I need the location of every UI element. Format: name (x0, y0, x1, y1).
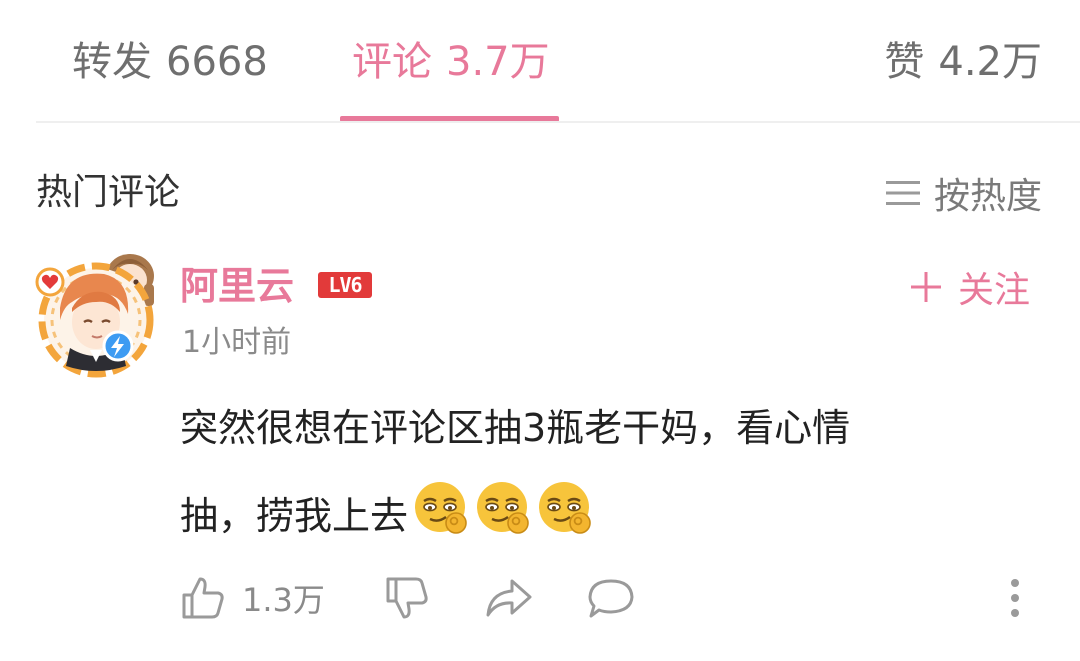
like-count: 1.3万 (242, 581, 325, 619)
sort-button[interactable]: 按热度 (885, 170, 1042, 217)
thumbs-down-icon (386, 577, 428, 619)
tab-reposts-label: 转发 (72, 39, 152, 85)
tab-bar: 转发 6668 评论 3.7万 赞 4.2万 (0, 0, 1080, 123)
like-button[interactable]: 1.3万 (180, 570, 325, 626)
smirk-ok-emoji-icon (477, 482, 529, 534)
more-options-button[interactable] (1000, 570, 1030, 626)
tab-likes-label: 赞 (884, 39, 925, 85)
comment-text-line-2-text: 抽，捞我上去 (180, 494, 409, 538)
follow-button[interactable]: 关注 (910, 264, 1030, 311)
tab-comments-label: 评论 (352, 39, 432, 85)
emoji-row (412, 479, 598, 570)
comment-action-bar: 1.3万 (180, 570, 1060, 626)
comment-text: 突然很想在评论区抽3瓶老干妈，看心情 抽，捞我上去 (180, 384, 1010, 570)
tab-reposts[interactable]: 转发 6668 (72, 36, 268, 88)
menu-lines-icon (885, 181, 920, 205)
share-arrow-icon (486, 579, 532, 617)
anime-boy-avatar-icon (35, 254, 154, 378)
comments-page: 转发 6668 评论 3.7万 赞 4.2万 热门评论 按热度 阿里云 LV6 … (0, 0, 1080, 661)
avatar[interactable] (26, 240, 166, 380)
more-vertical-icon (1011, 579, 1019, 617)
reply-button[interactable] (586, 570, 636, 626)
comment-bubble-icon (588, 579, 634, 618)
smirk-ok-emoji-icon (415, 482, 467, 534)
section-title: 热门评论 (36, 172, 181, 213)
plus-icon (910, 272, 941, 302)
thumbs-up-icon (182, 577, 224, 619)
level-badge: LV6 (318, 272, 372, 298)
tab-likes-count: 4.2万 (938, 39, 1042, 85)
sort-label: 按热度 (933, 176, 1042, 217)
follow-label: 关注 (957, 270, 1030, 311)
tab-bar-divider (36, 121, 1080, 123)
comment-text-line-2: 抽，捞我上去 (180, 472, 1010, 570)
share-button[interactable] (484, 570, 534, 626)
smirk-ok-emoji-icon (539, 482, 591, 534)
username[interactable]: 阿里云 (180, 262, 294, 310)
tab-comments-count: 3.7万 (446, 39, 550, 85)
tab-likes[interactable]: 赞 4.2万 (884, 36, 1042, 88)
dislike-button[interactable] (384, 570, 430, 626)
tab-comments[interactable]: 评论 3.7万 (352, 36, 550, 88)
comment-text-line-1: 突然很想在评论区抽3瓶老干妈，看心情 (180, 406, 851, 450)
tab-reposts-count: 6668 (166, 39, 268, 85)
comment-timestamp: 1小时前 (182, 325, 292, 360)
